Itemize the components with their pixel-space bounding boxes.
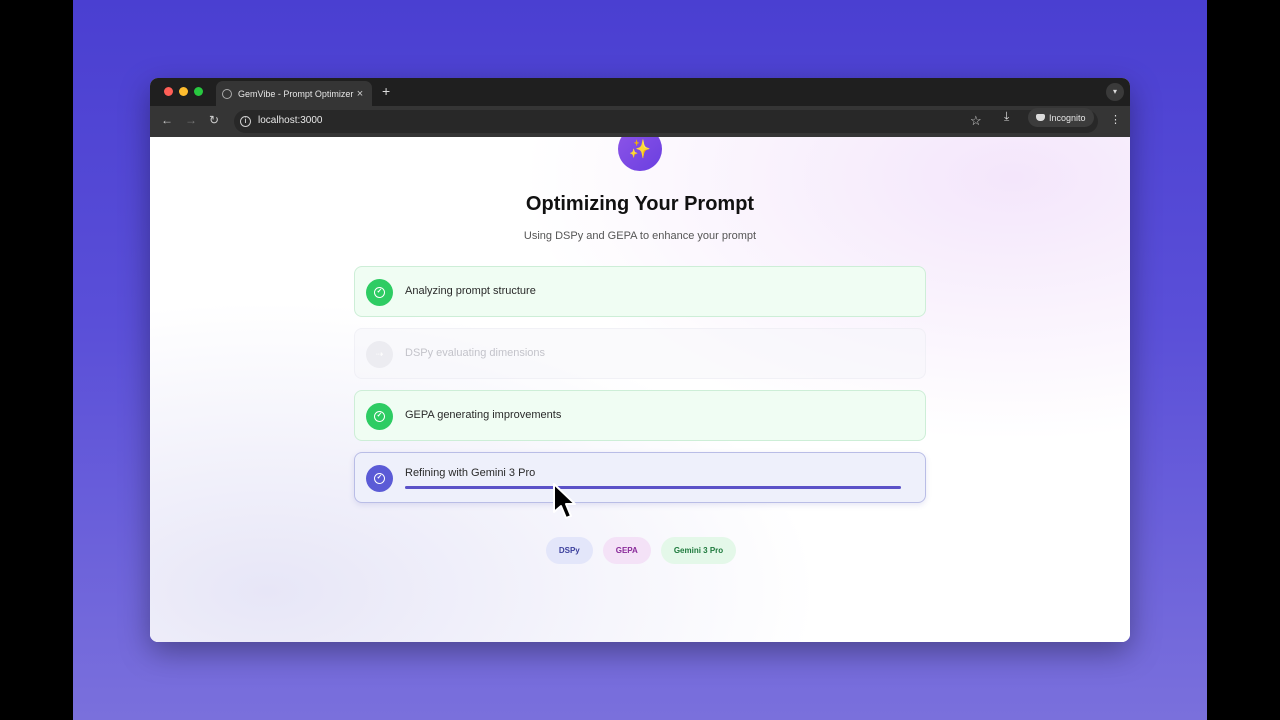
check-circle-icon: ✓ <box>374 287 385 298</box>
screen: GemVibe - Prompt Optimizer × + ▾ ← → ↻ i… <box>0 0 1280 720</box>
tab-title: GemVibe - Prompt Optimizer <box>238 88 354 99</box>
minimize-window-button[interactable] <box>179 87 188 96</box>
page-subtitle: Using DSPy and GEPA to enhance your prom… <box>523 230 757 242</box>
step-label: GEPA generating improvements <box>405 409 562 421</box>
address-bar[interactable]: i localhost:3000 ☆ <box>234 110 1098 133</box>
page-title: Optimizing Your Prompt <box>525 193 755 215</box>
step-active-badge: ✓ <box>366 465 393 492</box>
progress-fill <box>405 486 901 489</box>
step-label: DSPy evaluating dimensions <box>405 347 546 359</box>
arrow-right-icon: ⇢ <box>375 349 384 359</box>
new-tab-button[interactable]: + <box>382 83 390 99</box>
browser-window: GemVibe - Prompt Optimizer × + ▾ ← → ↻ i… <box>150 78 1130 642</box>
step-pending-badge: ⇢ <box>366 341 393 368</box>
mouse-cursor-icon <box>553 483 576 519</box>
reload-icon[interactable]: ↻ <box>209 113 219 127</box>
incognito-label: Incognito <box>1049 112 1086 123</box>
tab-close-icon[interactable]: × <box>354 88 366 100</box>
check-circle-icon: ✓ <box>374 473 385 484</box>
forward-arrow-icon[interactable]: → <box>185 113 197 127</box>
step-check-badge: ✓ <box>366 403 393 430</box>
site-info-icon[interactable]: i <box>240 116 251 127</box>
tab-search-chevron-icon[interactable]: ▾ <box>1106 83 1124 101</box>
technology-chips: DSPy GEPA Gemini 3 Pro <box>150 537 1130 564</box>
browser-toolbar: ← → ↻ i localhost:3000 ☆ ⤓ Incognito ⋮ <box>150 106 1130 137</box>
back-arrow-icon[interactable]: ← <box>161 113 173 127</box>
step-refining-gemini: ✓ Refining with Gemini 3 Pro <box>354 452 926 503</box>
globe-icon <box>222 88 232 99</box>
chip-dspy: DSPy <box>545 537 593 564</box>
bookmark-star-icon[interactable]: ☆ <box>970 113 982 129</box>
tab-bar: GemVibe - Prompt Optimizer × + ▾ <box>150 78 1130 106</box>
step-gepa-generating: ✓ GEPA generating improvements <box>354 390 926 441</box>
download-icon[interactable]: ⤓ <box>1004 109 1009 124</box>
step-check-badge: ✓ <box>366 279 393 306</box>
step-dspy-evaluating: ⇢ DSPy evaluating dimensions <box>354 328 926 379</box>
close-window-button[interactable] <box>164 87 173 96</box>
window-controls <box>164 87 203 96</box>
check-circle-icon: ✓ <box>374 411 385 422</box>
step-analyzing: ✓ Analyzing prompt structure <box>354 266 926 317</box>
chip-gepa: GEPA <box>602 537 651 564</box>
page-content: ✨ Optimizing Your Prompt Using DSPy and … <box>150 137 1130 642</box>
tab-gemvibe[interactable]: GemVibe - Prompt Optimizer × <box>216 81 372 106</box>
progress-bar <box>405 486 901 489</box>
chip-gemini: Gemini 3 Pro <box>660 537 737 564</box>
incognito-indicator[interactable]: Incognito <box>1028 108 1094 127</box>
more-menu-icon[interactable]: ⋮ <box>1110 113 1121 126</box>
sparkles-icon: ✨ <box>618 137 662 171</box>
maximize-window-button[interactable] <box>194 87 203 96</box>
incognito-icon <box>1036 114 1045 121</box>
url-text[interactable]: localhost:3000 <box>258 115 323 126</box>
step-label: Refining with Gemini 3 Pro <box>405 467 536 479</box>
step-label: Analyzing prompt structure <box>405 285 536 297</box>
